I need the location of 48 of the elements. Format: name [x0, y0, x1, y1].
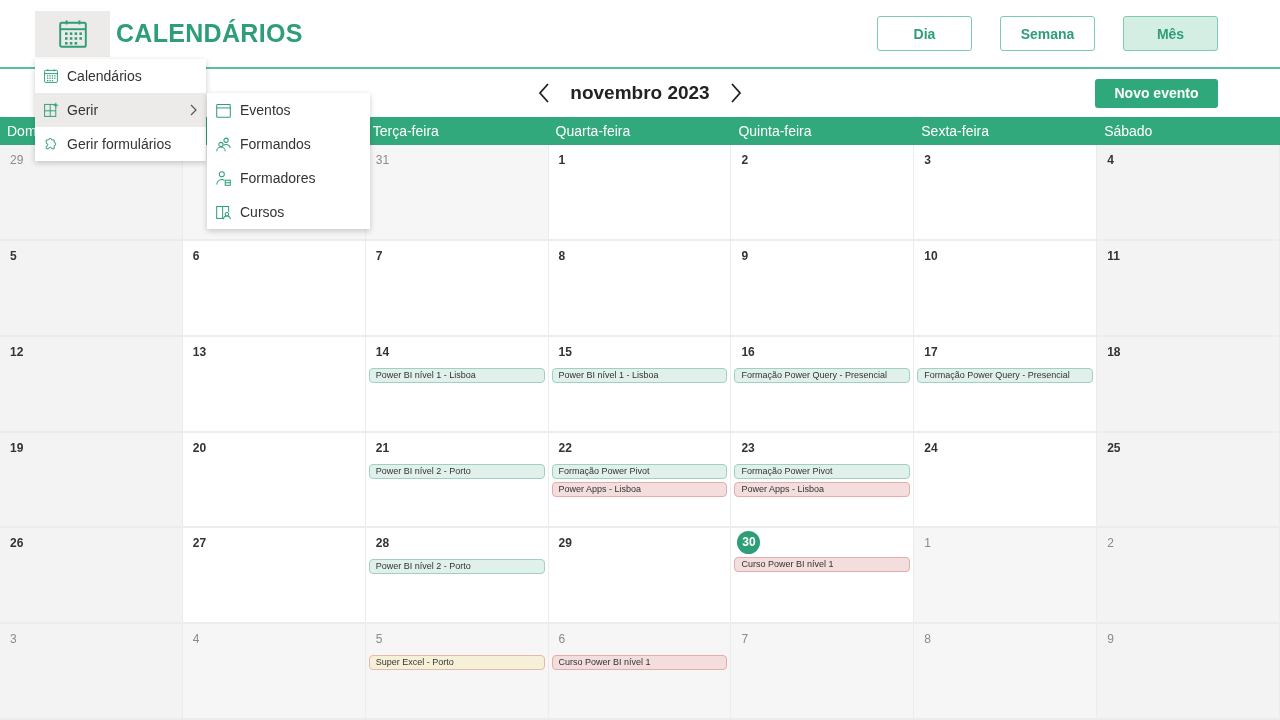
- day-number: 15: [558, 344, 572, 361]
- weekday-header: Quinta-feira: [737, 123, 813, 139]
- day-number: 9: [1107, 632, 1114, 649]
- day-number: 28: [375, 536, 390, 553]
- day-number: 24: [924, 440, 938, 457]
- weekday-header: Sexta-feira: [920, 123, 990, 139]
- day-number: 6: [558, 632, 566, 649]
- day-number: 3: [924, 153, 931, 169]
- day-number: 3: [10, 632, 17, 649]
- day-number: 17: [924, 344, 938, 361]
- day-number: 27: [192, 536, 207, 553]
- day-number: 31: [375, 153, 390, 169]
- day-number: 2: [1107, 536, 1114, 553]
- month-title: novembro 2023: [570, 82, 710, 104]
- day-number: 5: [375, 632, 383, 649]
- day-number: 8: [924, 632, 931, 649]
- day-number: 19: [10, 440, 24, 457]
- day-number: 23: [741, 440, 755, 457]
- day-number: 6: [192, 248, 200, 265]
- day-number: 13: [192, 344, 207, 361]
- day-number: 18: [1107, 344, 1121, 361]
- day-number: 29: [10, 153, 24, 169]
- day-number: 9: [741, 248, 749, 265]
- day-number: 21: [375, 440, 390, 457]
- day-number: 20: [192, 440, 207, 457]
- day-number: 26: [10, 536, 24, 553]
- day-number: 7: [741, 632, 749, 649]
- day-number: 16: [741, 344, 755, 361]
- day-number: 8: [558, 248, 566, 265]
- day-number: 2: [741, 153, 749, 169]
- day-number: 12: [10, 344, 24, 361]
- day-number: 22: [558, 440, 572, 457]
- weekday-header: Quarta-feira: [554, 123, 632, 139]
- page-title: CALENDÁRIOS: [116, 19, 303, 48]
- weekday-header: Terça-feira: [371, 123, 440, 139]
- day-number: 14: [375, 344, 390, 361]
- day-number: 7: [375, 248, 383, 265]
- day-number: 25: [1107, 440, 1121, 457]
- day-number: 29: [558, 536, 572, 553]
- day-number: 4: [192, 632, 200, 649]
- day-number: 4: [1107, 153, 1114, 169]
- today-marker: 30: [737, 531, 761, 555]
- day-number: 11: [1107, 248, 1120, 265]
- day-number: 1: [558, 153, 566, 169]
- weekday-header: Sábado: [1103, 123, 1154, 139]
- day-number: 1: [924, 536, 931, 553]
- day-number: 5: [10, 248, 17, 265]
- day-number: 10: [924, 248, 938, 265]
